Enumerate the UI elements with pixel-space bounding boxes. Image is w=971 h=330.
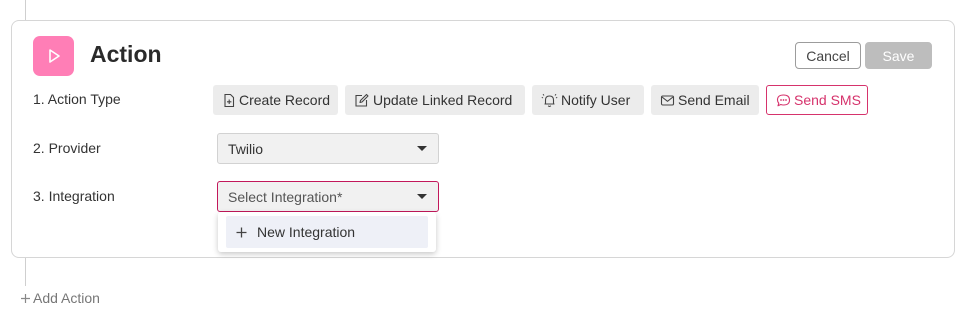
action-type-label: Send SMS — [794, 92, 861, 108]
action-card: Action Cancel Save 1. Action Type Create… — [11, 20, 955, 258]
action-type-send-sms[interactable]: Send SMS — [766, 85, 868, 115]
plus-icon — [21, 293, 30, 303]
action-type-label: Update Linked Record — [373, 92, 513, 108]
new-integration-label: New Integration — [257, 224, 356, 240]
file-plus-icon — [224, 93, 235, 107]
bell-icon — [541, 93, 558, 107]
message-icon — [776, 93, 791, 106]
add-action-label: Add Action — [33, 290, 100, 306]
chevron-down-icon — [417, 146, 427, 151]
integration-select[interactable]: Select Integration* — [217, 181, 439, 212]
provider-select[interactable]: Twilio — [217, 133, 439, 164]
mail-icon — [660, 94, 675, 106]
save-button[interactable]: Save — [865, 42, 932, 69]
integration-label: 3. Integration — [33, 188, 115, 204]
page-title: Action — [90, 41, 162, 67]
provider-select-value: Twilio — [228, 140, 264, 157]
flow-connector-top — [25, 0, 26, 20]
add-action-link[interactable]: Add Action — [20, 290, 100, 306]
flow-connector-bottom — [25, 258, 26, 286]
action-type-label: 1. Action Type — [33, 91, 121, 107]
integration-dropdown-menu: New Integration — [218, 212, 436, 252]
cancel-button[interactable]: Cancel — [795, 42, 861, 69]
action-icon-badge — [33, 36, 74, 76]
chevron-down-icon — [417, 194, 427, 199]
provider-label: 2. Provider — [33, 140, 101, 156]
action-type-notify-user[interactable]: Notify User — [532, 85, 644, 115]
integration-select-placeholder: Select Integration* — [228, 188, 343, 205]
action-type-create-record[interactable]: Create Record — [213, 85, 338, 115]
action-type-update-linked-record[interactable]: Update Linked Record — [345, 85, 525, 115]
edit-icon — [355, 93, 369, 107]
action-type-send-email[interactable]: Send Email — [651, 85, 759, 115]
plus-icon — [236, 227, 247, 237]
play-icon — [48, 49, 60, 63]
action-type-label: Notify User — [561, 92, 631, 108]
new-integration-option[interactable]: New Integration — [226, 216, 428, 248]
action-type-label: Send Email — [678, 92, 750, 108]
action-type-label: Create Record — [239, 92, 331, 108]
